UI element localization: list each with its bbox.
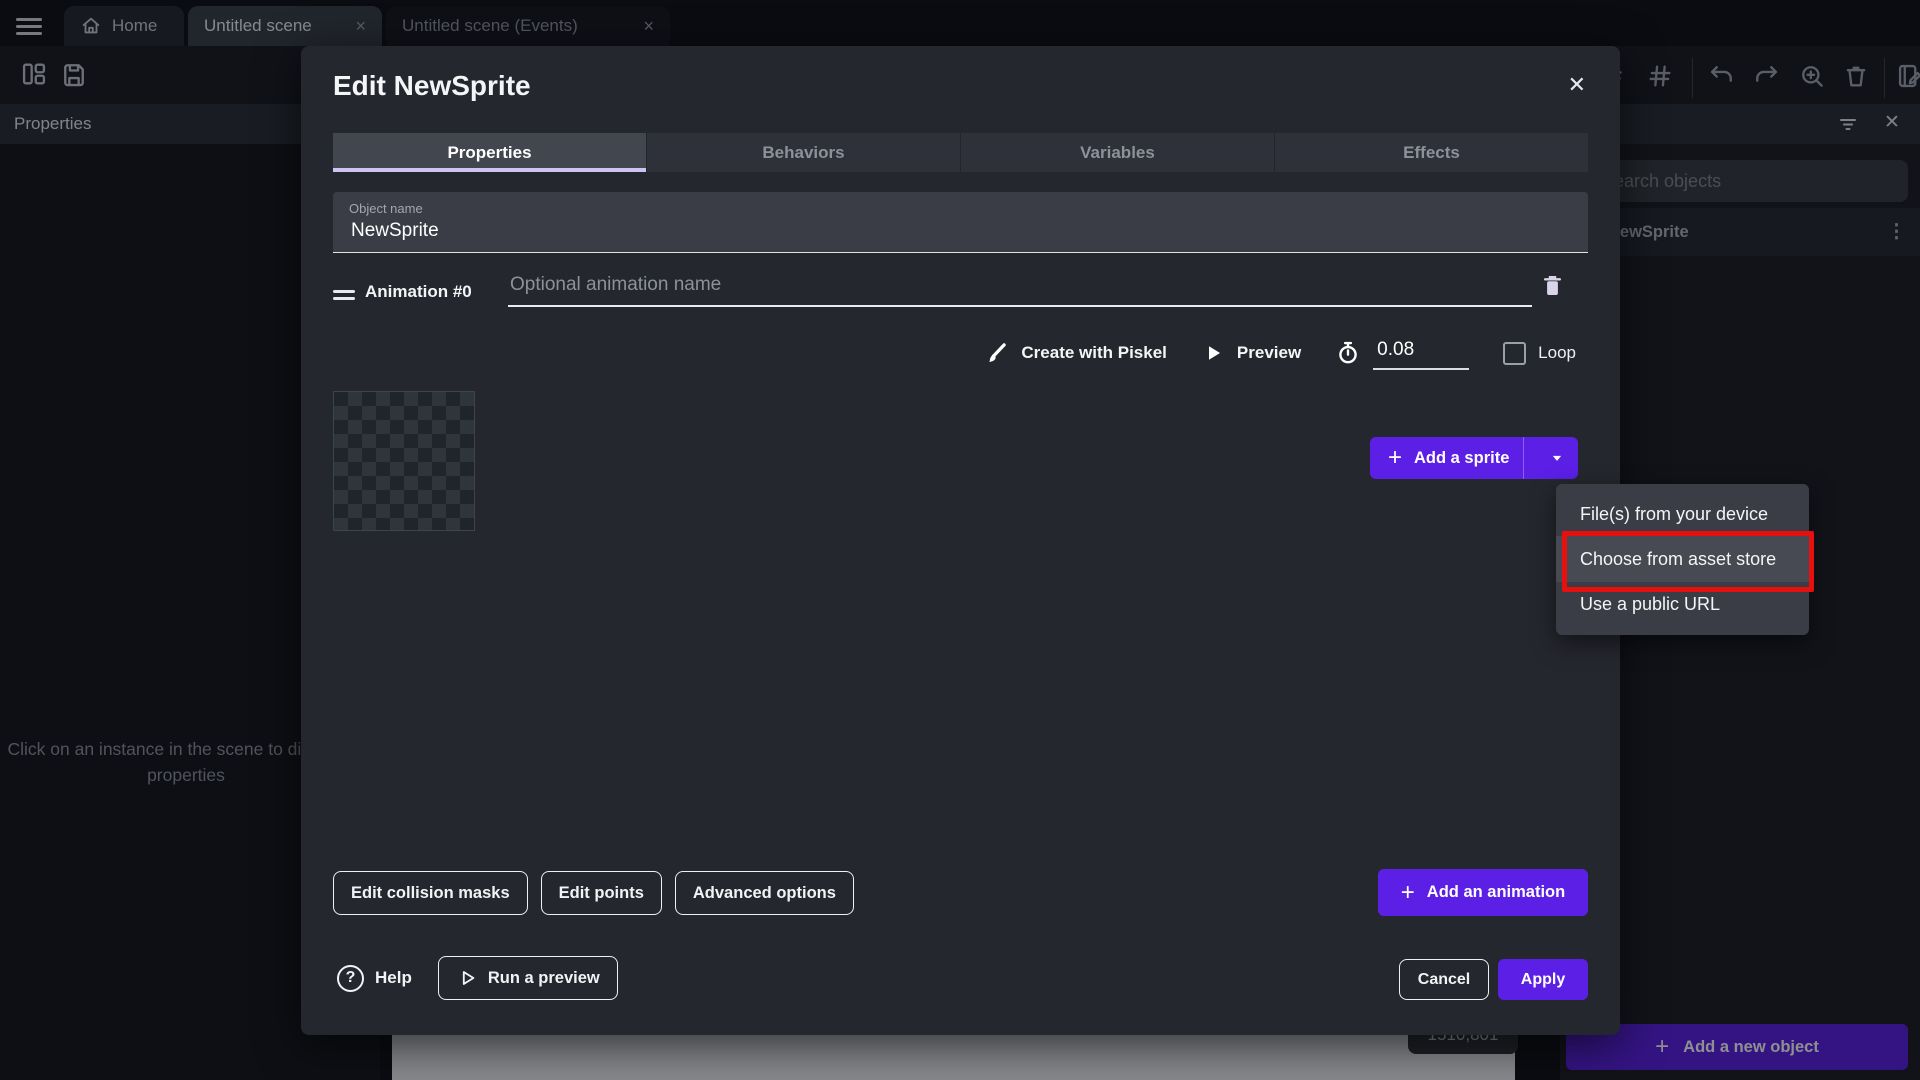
plus-icon: + xyxy=(1401,881,1415,905)
edit-points-label: Edit points xyxy=(559,884,644,903)
dialog-footer: ? Help Run a preview xyxy=(337,955,618,1001)
frame-duration-input[interactable] xyxy=(1373,337,1469,370)
edit-collision-masks-label: Edit collision masks xyxy=(351,884,510,903)
edit-collision-masks-button[interactable]: Edit collision masks xyxy=(333,871,528,915)
object-name-field-label: Object name xyxy=(349,201,423,216)
edit-sprite-dialog: Edit NewSprite ✕ Properties Behaviors Va… xyxy=(301,46,1620,1035)
animation-label: Animation #0 xyxy=(365,282,472,302)
animation-name-input[interactable] xyxy=(508,270,1532,307)
advanced-options-button[interactable]: Advanced options xyxy=(675,871,854,915)
object-name-field[interactable]: Object name xyxy=(333,192,1588,253)
create-with-piskel-button[interactable]: Create with Piskel xyxy=(983,340,1167,366)
add-animation-label: Add an animation xyxy=(1427,883,1565,902)
play-outline-icon xyxy=(456,967,478,989)
apply-label: Apply xyxy=(1521,971,1565,989)
add-animation-button[interactable]: + Add an animation xyxy=(1378,869,1588,916)
button-divider xyxy=(1523,437,1524,479)
play-icon xyxy=(1201,341,1225,365)
loop-toggle: Loop xyxy=(1503,342,1576,365)
cancel-button[interactable]: Cancel xyxy=(1399,959,1489,1000)
cancel-label: Cancel xyxy=(1418,971,1470,989)
animation-controls-row: Create with Piskel Preview Loop xyxy=(861,332,1576,374)
help-button[interactable]: ? Help xyxy=(337,965,412,992)
preview-button[interactable]: Preview xyxy=(1201,341,1301,365)
sprite-thumbnail-placeholder[interactable] xyxy=(333,391,475,531)
create-with-piskel-label: Create with Piskel xyxy=(1021,343,1167,363)
run-preview-label: Run a preview xyxy=(488,969,600,988)
add-sprite-button[interactable]: + Add a sprite xyxy=(1370,437,1578,479)
menu-item-files-from-device[interactable]: File(s) from your device xyxy=(1556,495,1809,533)
tab-properties[interactable]: Properties xyxy=(333,133,647,172)
plus-icon: + xyxy=(1388,446,1402,470)
frame-duration-group xyxy=(1335,337,1469,370)
add-sprite-dropdown-arrow[interactable] xyxy=(1536,448,1578,468)
object-name-input[interactable] xyxy=(349,219,1553,243)
menu-item-choose-from-asset-store[interactable]: Choose from asset store xyxy=(1556,536,1809,582)
gdevelop-app: Home Untitled scene × Untitled scene (Ev… xyxy=(0,0,1920,1080)
dialog-title: Edit NewSprite xyxy=(333,70,531,102)
preview-label: Preview xyxy=(1237,343,1301,363)
timer-icon xyxy=(1335,340,1361,366)
apply-button[interactable]: Apply xyxy=(1498,959,1588,1000)
menu-item-use-public-url[interactable]: Use a public URL xyxy=(1556,585,1809,623)
add-sprite-dropdown-menu: File(s) from your device Choose from ass… xyxy=(1556,484,1809,635)
delete-animation-icon[interactable] xyxy=(1539,272,1566,299)
drag-handle-icon[interactable] xyxy=(333,286,355,304)
advanced-options-label: Advanced options xyxy=(693,884,836,903)
animation-tools-row: Edit collision masks Edit points Advance… xyxy=(333,871,854,915)
tab-effects[interactable]: Effects xyxy=(1275,133,1588,172)
question-mark-icon: ? xyxy=(337,965,364,992)
loop-checkbox[interactable] xyxy=(1503,342,1526,365)
tab-variables[interactable]: Variables xyxy=(961,133,1275,172)
add-sprite-label: Add a sprite xyxy=(1414,449,1509,468)
run-preview-button[interactable]: Run a preview xyxy=(438,956,618,1000)
close-icon[interactable]: ✕ xyxy=(1568,72,1586,98)
brush-icon xyxy=(983,340,1009,366)
help-label: Help xyxy=(375,968,412,988)
dialog-tabs: Properties Behaviors Variables Effects xyxy=(333,133,1588,172)
tab-behaviors[interactable]: Behaviors xyxy=(647,133,961,172)
edit-points-button[interactable]: Edit points xyxy=(541,871,662,915)
loop-label: Loop xyxy=(1538,343,1576,363)
